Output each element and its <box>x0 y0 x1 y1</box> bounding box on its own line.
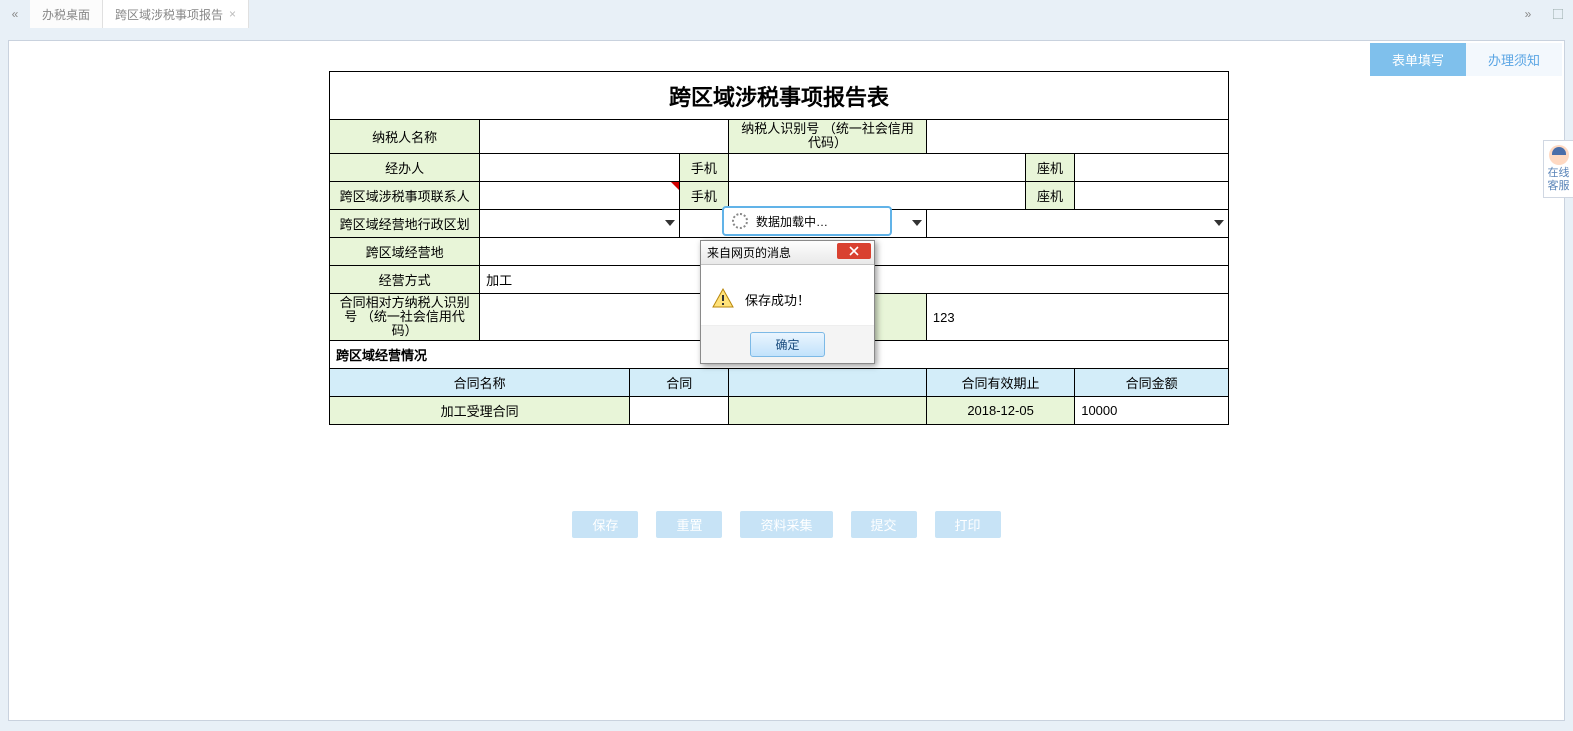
dialog-footer: 确定 <box>701 325 874 363</box>
dialog-close-button[interactable] <box>837 243 871 259</box>
workspace-panel: 表单填写 办理须知 跨区域涉税事项报告表 纳税人名称 纳税人识别号 （统一社会信… <box>8 40 1565 721</box>
tab-list: 办税桌面 跨区域涉税事项报告 × <box>30 0 1513 28</box>
message-dialog: 来自网页的消息 保存成功！ 确定 <box>700 240 875 364</box>
window-close-button[interactable] <box>1543 0 1573 28</box>
tabs-scroll-left[interactable]: « <box>0 0 30 28</box>
dialog-titlebar[interactable]: 来自网页的消息 <box>701 241 874 265</box>
warning-icon <box>711 287 735 311</box>
agent-avatar-icon <box>1549 145 1569 165</box>
close-icon <box>849 246 859 256</box>
spinner-icon <box>732 213 748 229</box>
dialog-message: 保存成功！ <box>745 290 810 309</box>
loading-text: 数据加载中… <box>756 213 828 230</box>
online-service-tab[interactable]: 在线客服 <box>1543 140 1573 198</box>
online-service-label: 在线客服 <box>1546 167 1571 193</box>
tab-label: 跨区域涉税事项报告 <box>115 6 223 23</box>
app-tab-bar: « 办税桌面 跨区域涉税事项报告 × » <box>0 0 1573 28</box>
dialog-ok-button[interactable]: 确定 <box>750 332 824 357</box>
tab-close-icon[interactable]: × <box>229 7 236 21</box>
dialog-title: 来自网页的消息 <box>707 244 791 261</box>
tabs-scroll-right[interactable]: » <box>1513 0 1543 28</box>
loading-popover: 数据加载中… <box>722 206 892 236</box>
close-icon <box>1553 9 1563 19</box>
tab-report[interactable]: 跨区域涉税事项报告 × <box>103 0 249 28</box>
tab-label: 办税桌面 <box>42 6 90 23</box>
dialog-body: 保存成功！ <box>701 265 874 325</box>
tab-desktop[interactable]: 办税桌面 <box>30 0 103 28</box>
modal-overlay <box>9 41 1564 720</box>
